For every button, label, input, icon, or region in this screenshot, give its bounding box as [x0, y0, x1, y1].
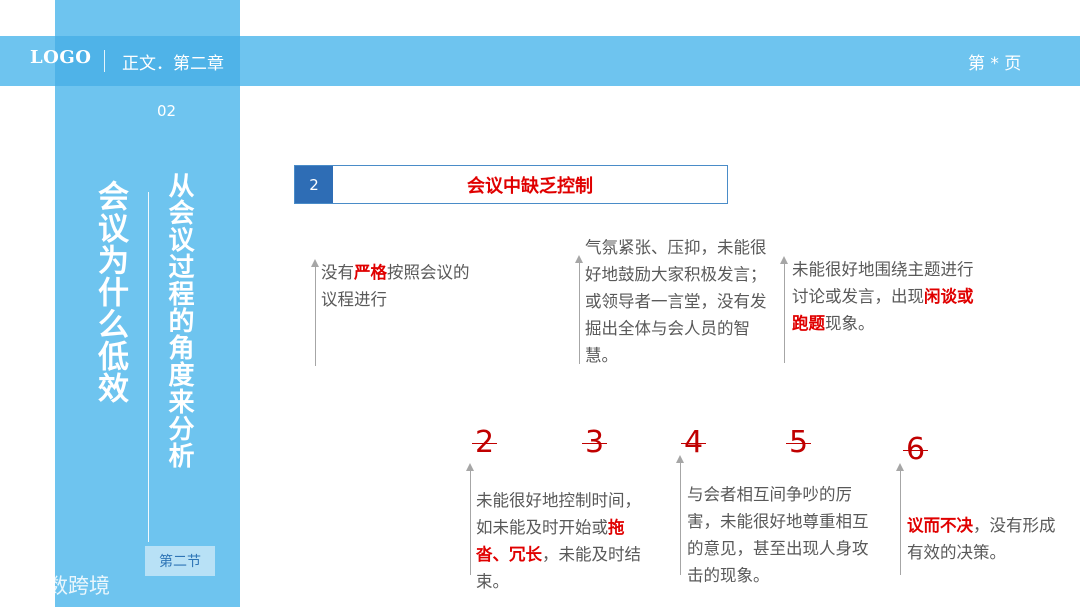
number-mark: 6: [902, 432, 929, 467]
number-mark: 2: [471, 425, 498, 460]
number-mark: 4: [680, 425, 707, 460]
arrow-line-6: [896, 463, 904, 575]
chapter-label: 正文．第二章: [122, 54, 224, 74]
watermark-text: 大数跨境: [26, 574, 111, 598]
item-text: 没有严格按照会议的议程进行: [321, 263, 470, 309]
section-badge: 第二节: [145, 546, 215, 576]
heading-number: 2: [295, 166, 333, 203]
arrow-line-2: [575, 255, 583, 364]
item-text: 气氛紧张、压抑，未能很好地鼓励大家积极发言；或领导者一言堂，没有发掘出全体与会人…: [585, 238, 767, 365]
sidebar-main-title: 会议为什么低效: [92, 180, 128, 404]
item-text: 未能很好地围绕主题进行讨论或发言，出现闲谈或跑题现象。: [792, 260, 974, 333]
logo: LOGO: [30, 47, 92, 68]
section-heading: 2 会议中缺乏控制: [294, 165, 728, 204]
sidebar-sub-title: 从会议过程的角度来分析: [164, 172, 194, 469]
heading-title: 会议中缺乏控制: [467, 175, 593, 197]
number-mark: 5: [785, 425, 812, 460]
section-number: 02: [157, 102, 177, 120]
arrow-line-1: [311, 259, 319, 366]
sidebar-divider: [148, 192, 149, 542]
item-text: 与会者相互间争吵的厉害，未能很好地尊重相互的意见，甚至出现人身攻击的现象。: [687, 485, 869, 585]
watermark: ꆜ 大数跨境: [8, 570, 110, 600]
item-text: 未能很好地控制时间，如未能及时开始或拖沓、冗长，未能及时结束。: [476, 491, 641, 591]
watermark-logo-icon: ꆜ: [8, 575, 23, 597]
arrow-line-3: [780, 256, 788, 363]
number-mark: 3: [581, 425, 608, 460]
page-number: 第 * 页: [968, 54, 1022, 74]
arrow-line-4: [466, 463, 474, 575]
header-divider: [104, 50, 105, 72]
arrow-line-5: [676, 455, 684, 575]
item-text: 议而不决，没有形成有效的决策。: [907, 516, 1056, 562]
